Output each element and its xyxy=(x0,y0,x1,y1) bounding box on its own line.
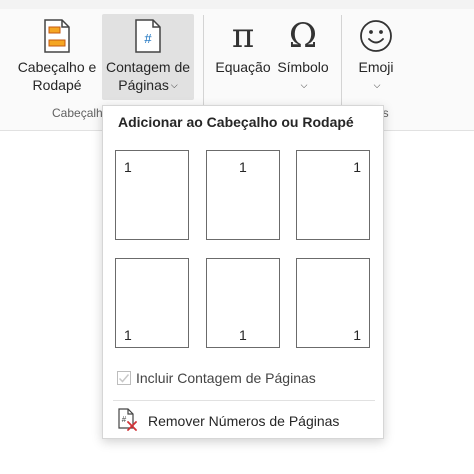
page-number: 1 xyxy=(124,327,132,343)
remove-page-numbers-label: Remover Números de Páginas xyxy=(148,413,340,429)
equation-button[interactable]: π Equação xyxy=(212,14,274,100)
include-page-count-checkbox[interactable]: Incluir Contagem de Páginas xyxy=(117,370,316,386)
position-bottom-right[interactable]: 1 xyxy=(296,258,370,348)
header-footer-label-line2: Rodapé xyxy=(32,77,82,93)
divider xyxy=(113,400,375,401)
page-count-label-line2: Páginas xyxy=(118,77,169,93)
pi-glyph: π xyxy=(231,16,255,56)
omega-icon: Ω xyxy=(272,14,334,58)
emoji-label: Emoji xyxy=(358,59,394,75)
page-number: 1 xyxy=(353,159,361,175)
header-footer-label-line1: Cabeçalho e xyxy=(17,59,97,75)
position-bottom-center[interactable]: 1 xyxy=(206,258,280,348)
page-number-icon-glyph: # xyxy=(144,31,152,46)
page-count-button[interactable]: # Contagem de Páginas ⌵ xyxy=(102,14,194,100)
checkmark-icon xyxy=(118,374,130,383)
chevron-down-icon: ⌵ xyxy=(170,80,178,90)
page-number-dropdown: Adicionar ao Cabeçalho ou Rodapé 1 1 1 1… xyxy=(102,105,384,439)
page-count-label-line1: Contagem de xyxy=(105,59,191,75)
chevron-down-icon: ⌵ xyxy=(300,80,308,90)
equation-label: Equação xyxy=(215,59,271,75)
symbol-label: Símbolo xyxy=(277,59,329,75)
header-footer-icon xyxy=(12,14,102,58)
page-number: 1 xyxy=(124,159,132,175)
position-bottom-left[interactable]: 1 xyxy=(115,258,189,348)
remove-page-numbers-icon: # xyxy=(115,407,139,435)
remove-page-numbers-button[interactable]: # Remover Números de Páginas xyxy=(115,407,340,435)
position-top-right[interactable]: 1 xyxy=(296,150,370,240)
omega-glyph: Ω xyxy=(288,16,318,56)
group-label-header-footer: Cabeçalho xyxy=(52,106,110,120)
smiley-icon xyxy=(348,14,404,58)
title-strip xyxy=(0,0,474,9)
header-footer-button[interactable]: Cabeçalho e Rodapé xyxy=(12,14,102,100)
checkbox-box xyxy=(117,371,131,385)
page-number: 1 xyxy=(239,327,247,343)
page-number: 1 xyxy=(353,327,361,343)
emoji-button[interactable]: Emoji ⌵ xyxy=(348,14,404,100)
svg-text:#: # xyxy=(122,415,127,424)
chevron-down-icon: ⌵ xyxy=(373,80,381,90)
page-number: 1 xyxy=(239,159,247,175)
position-top-left[interactable]: 1 xyxy=(115,150,189,240)
page-number-icon: # xyxy=(102,14,194,58)
position-top-center[interactable]: 1 xyxy=(206,150,280,240)
include-page-count-label: Incluir Contagem de Páginas xyxy=(136,370,316,386)
pi-icon: π xyxy=(212,14,274,58)
symbol-button[interactable]: Ω Símbolo ⌵ xyxy=(272,14,334,100)
dropdown-title: Adicionar ao Cabeçalho ou Rodapé xyxy=(118,114,354,130)
